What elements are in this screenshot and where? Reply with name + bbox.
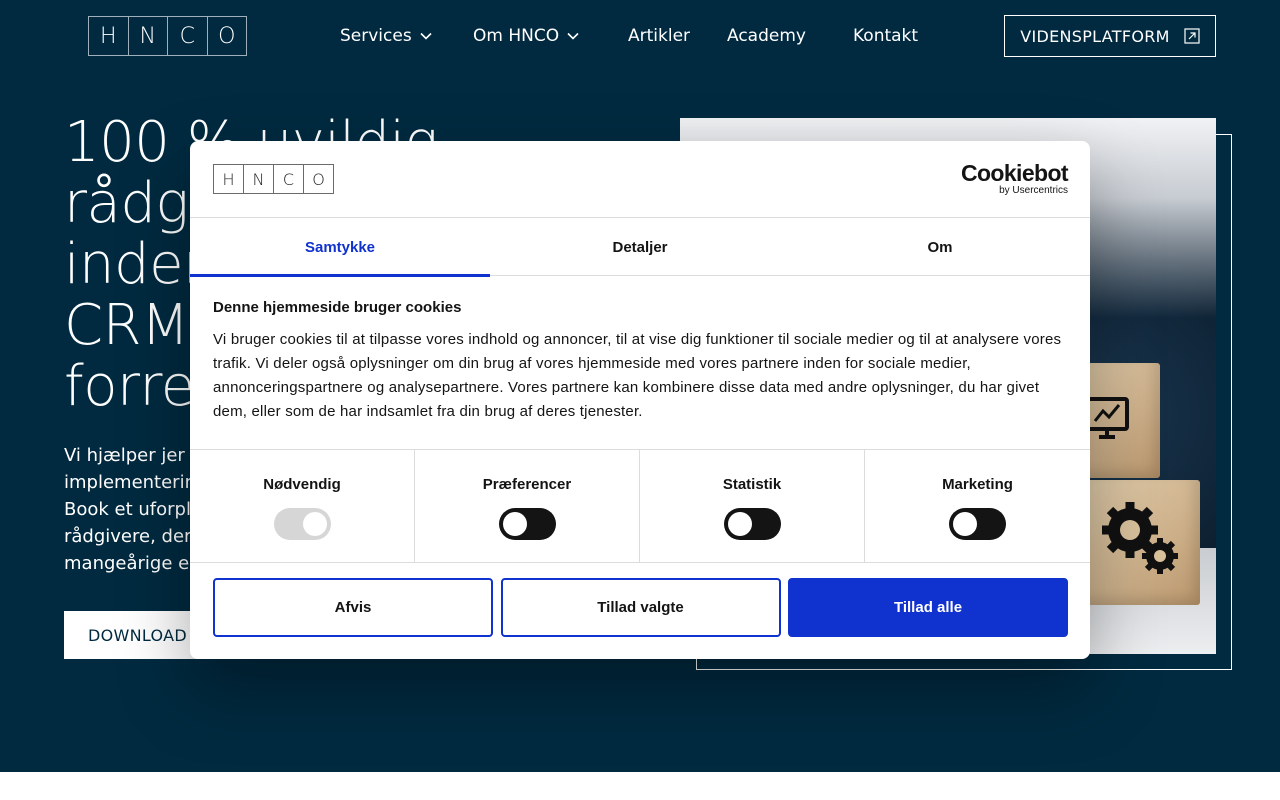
- category-label: Marketing: [942, 476, 1013, 493]
- vidensplatform-button[interactable]: VIDENSPLATFORM: [1004, 15, 1216, 57]
- toggle-knob: [728, 512, 752, 536]
- allow-all-button[interactable]: Tillad alle: [788, 578, 1068, 637]
- nav-item-label: Artikler: [628, 26, 691, 46]
- gear-icon: [1102, 502, 1178, 574]
- nav-item-om-hnco[interactable]: Om HNCO: [473, 24, 579, 48]
- tab-om[interactable]: Om: [790, 218, 1090, 276]
- tab-samtykke[interactable]: Samtykke: [190, 218, 490, 277]
- download-label: DOWNLOAD: [88, 625, 188, 645]
- cookie-heading: Denne hjemmeside bruger cookies: [213, 299, 462, 316]
- category-necessary: Nødvendig: [190, 450, 415, 563]
- cookie-dialog-logo: H N C O: [213, 164, 334, 194]
- nav-item-kontakt[interactable]: Kontakt: [853, 24, 918, 48]
- chevron-down-icon: [420, 32, 432, 40]
- nav-item-artikler[interactable]: Artikler: [628, 24, 690, 48]
- cookiebot-name: Cookiebot: [960, 160, 1069, 186]
- statistics-toggle[interactable]: [724, 508, 781, 540]
- nav-item-label: Kontakt: [853, 26, 919, 46]
- nav-item-label: Academy: [727, 26, 806, 46]
- vidensplatform-label: VIDENSPLATFORM: [1020, 26, 1170, 46]
- category-preferences: Præferencer: [415, 450, 640, 563]
- cookie-consent-dialog: H N C O Cookiebot by Usercentrics Samtyk…: [190, 141, 1090, 659]
- nav-item-academy[interactable]: Academy: [727, 24, 806, 48]
- cookie-categories: Nødvendig Præferencer Statistik Marketin…: [190, 449, 1090, 563]
- deny-button[interactable]: Afvis: [213, 578, 493, 637]
- nav-item-label: Om HNCO: [473, 26, 560, 46]
- preferences-toggle[interactable]: [499, 508, 556, 540]
- chevron-down-icon: [567, 32, 579, 40]
- allow-selected-button[interactable]: Tillad valgte: [500, 578, 781, 637]
- logo-letter: N: [129, 17, 168, 55]
- logo-letter: H: [89, 17, 129, 55]
- toggle-knob: [303, 512, 327, 536]
- toggle-knob: [503, 512, 527, 536]
- cookie-description: Vi bruger cookies til at tilpasse vores …: [213, 331, 1062, 420]
- necessary-toggle: [274, 508, 331, 540]
- marketing-toggle[interactable]: [949, 508, 1006, 540]
- logo-letter: O: [218, 23, 236, 49]
- nav-item-label: Services: [340, 26, 412, 46]
- cookiebot-logo[interactable]: Cookiebot by Usercentrics: [960, 160, 1069, 197]
- tab-detaljer[interactable]: Detaljer: [490, 218, 790, 276]
- wooden-cube-gears: [1080, 480, 1200, 605]
- logo-letter: C: [274, 165, 304, 193]
- logo-letter: N: [244, 165, 274, 193]
- category-label: Nødvendig: [263, 476, 341, 493]
- category-label: Præferencer: [482, 476, 572, 493]
- cookie-dialog-header: H N C O Cookiebot by Usercentrics: [190, 141, 1090, 218]
- logo-letter: H: [214, 165, 244, 193]
- site-logo[interactable]: H N C O: [88, 16, 247, 56]
- logo-letter: C: [168, 17, 208, 55]
- cookie-dialog-body: Denne hjemmeside bruger cookies Vi bruge…: [213, 299, 1073, 424]
- category-statistics: Statistik: [640, 450, 865, 563]
- external-link-icon: [1184, 28, 1200, 44]
- cookiebot-subtitle: by Usercentrics: [999, 185, 1068, 196]
- cookie-tabs: Samtykke Detaljer Om: [190, 218, 1090, 277]
- logo-letter: O: [312, 169, 325, 189]
- cookie-actions: Afvis Tillad valgte Tillad alle: [213, 578, 1068, 637]
- toggle-knob: [953, 512, 977, 536]
- nav-item-services[interactable]: Services: [340, 24, 432, 48]
- category-marketing: Marketing: [865, 450, 1090, 563]
- category-label: Statistik: [722, 476, 782, 493]
